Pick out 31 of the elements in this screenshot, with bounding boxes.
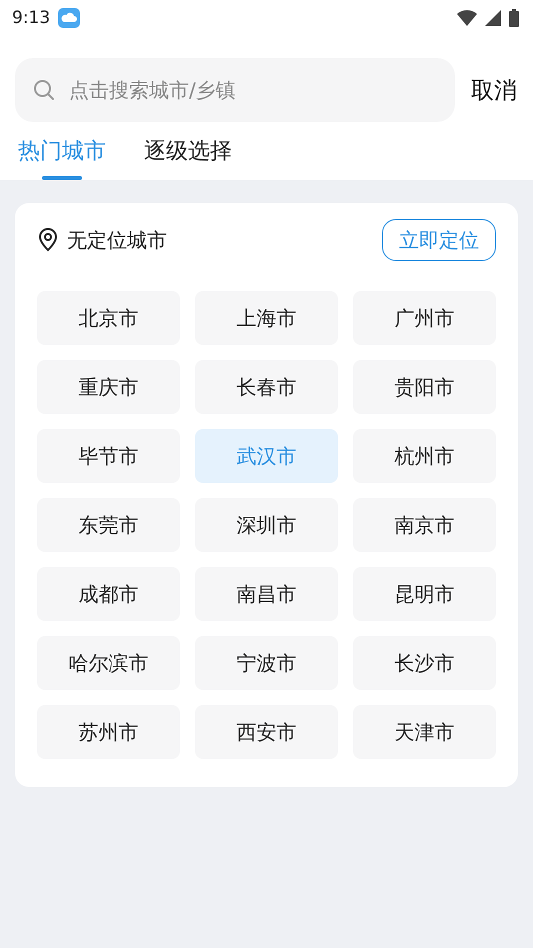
status-time: 9:13: [12, 8, 50, 28]
city-button[interactable]: 苏州市: [37, 705, 180, 759]
city-button[interactable]: 东莞市: [37, 498, 180, 552]
city-button[interactable]: 深圳市: [195, 498, 338, 552]
city-button[interactable]: 长沙市: [353, 636, 496, 690]
city-button[interactable]: 南京市: [353, 498, 496, 552]
city-button[interactable]: 昆明市: [353, 567, 496, 621]
city-button[interactable]: 北京市: [37, 291, 180, 345]
location-label: 无定位城市: [67, 226, 167, 254]
search-icon: [33, 79, 55, 101]
city-button[interactable]: 西安市: [195, 705, 338, 759]
city-button[interactable]: 毕节市: [37, 429, 180, 483]
battery-icon: [509, 9, 519, 27]
cloud-icon: [58, 8, 80, 28]
city-button[interactable]: 天津市: [353, 705, 496, 759]
city-button[interactable]: 广州市: [353, 291, 496, 345]
city-button[interactable]: 南昌市: [195, 567, 338, 621]
city-button[interactable]: 哈尔滨市: [37, 636, 180, 690]
city-button[interactable]: 宁波市: [195, 636, 338, 690]
city-button[interactable]: 上海市: [195, 291, 338, 345]
city-button[interactable]: 杭州市: [353, 429, 496, 483]
signal-icon: [485, 10, 501, 26]
city-button[interactable]: 长春市: [195, 360, 338, 414]
location-pin-icon: [37, 228, 59, 252]
city-button[interactable]: 重庆市: [37, 360, 180, 414]
search-field[interactable]: 点击搜索城市/乡镇: [15, 58, 455, 122]
wifi-icon: [457, 10, 477, 26]
tab[interactable]: 逐级选择: [144, 136, 232, 180]
city-button[interactable]: 成都市: [37, 567, 180, 621]
city-button[interactable]: 贵阳市: [353, 360, 496, 414]
cancel-button[interactable]: 取消: [471, 74, 517, 106]
